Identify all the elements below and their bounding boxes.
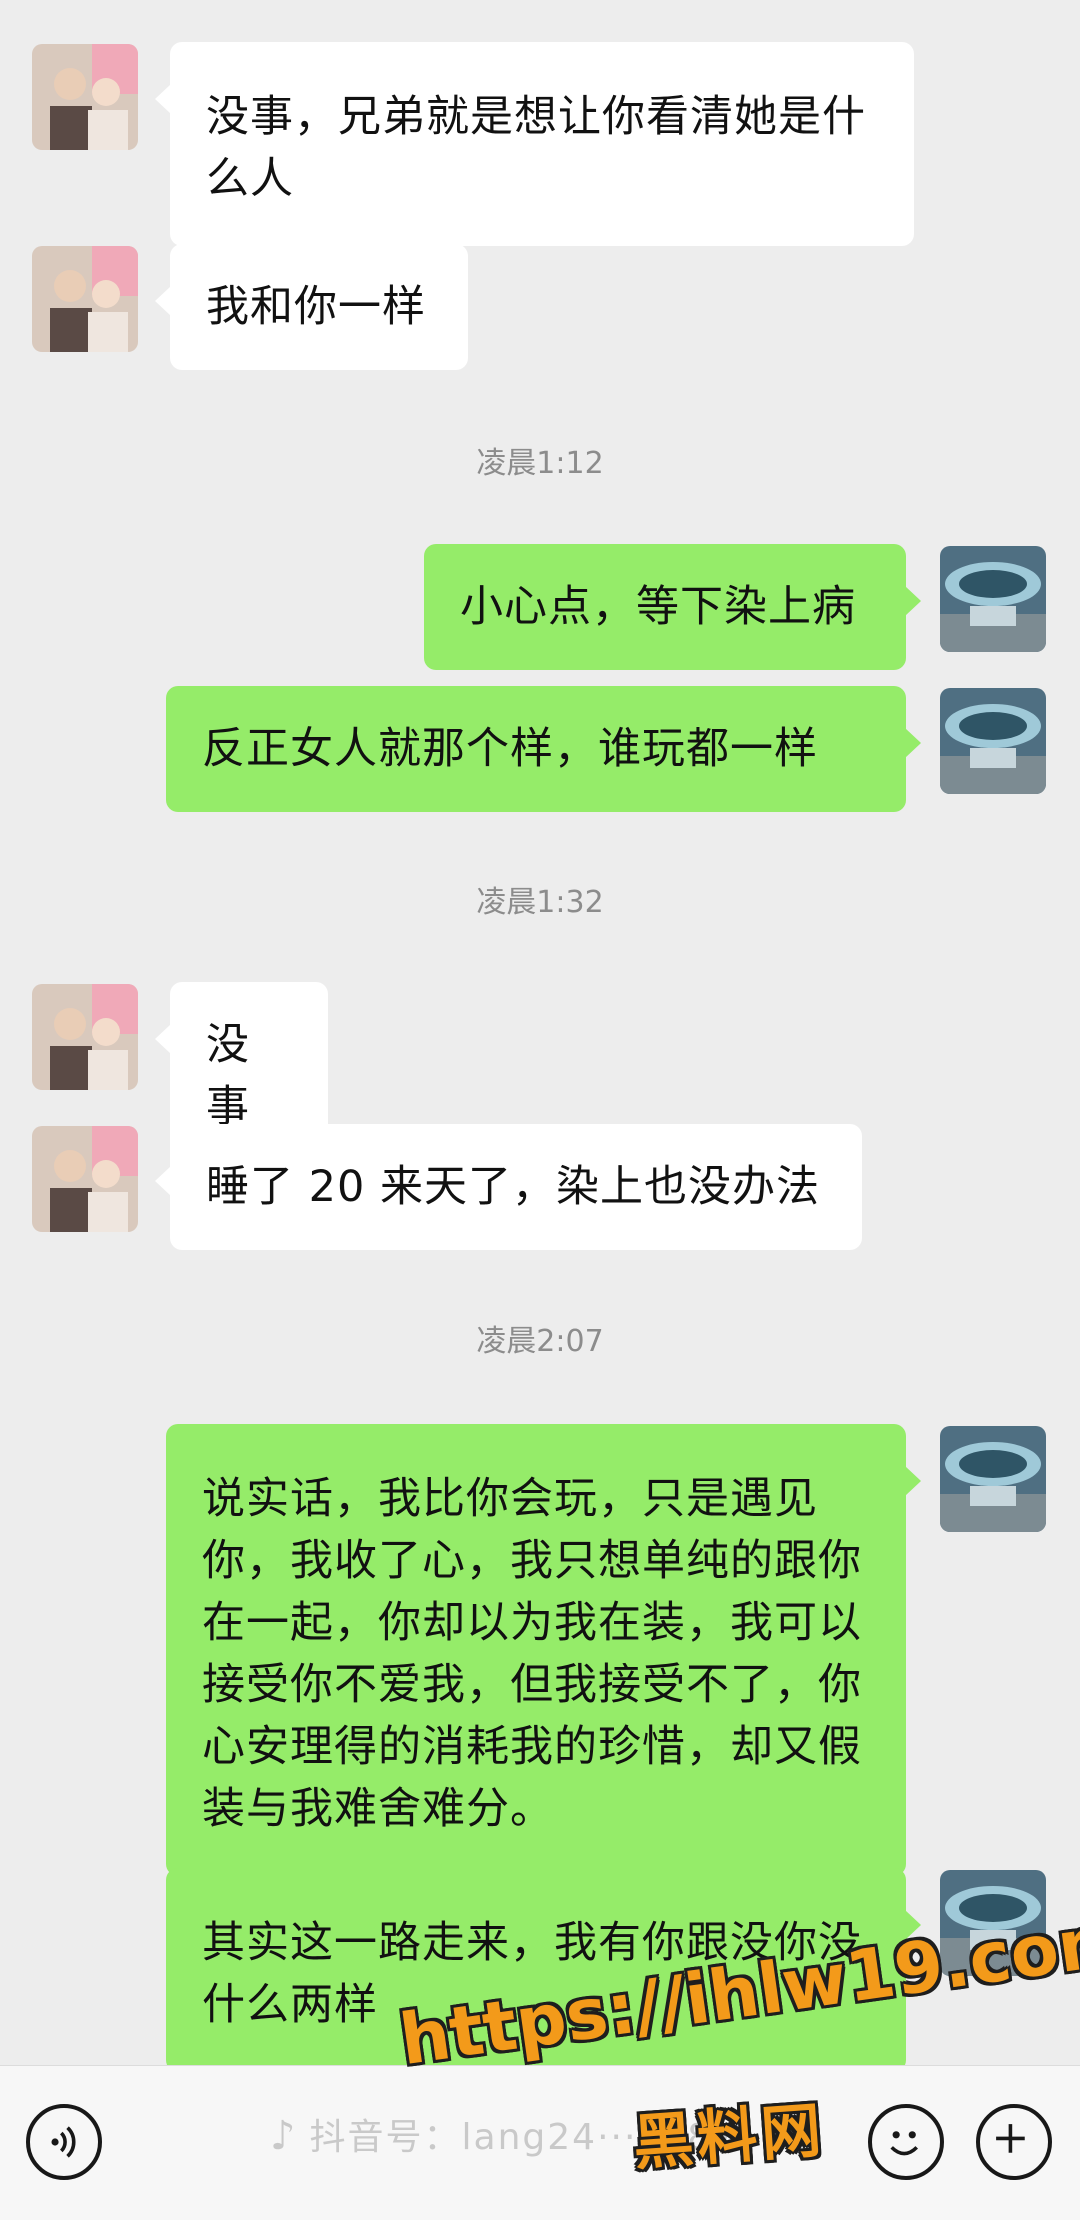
message-bubble-incoming[interactable]: 睡了 20 来天了，染上也没办法 (155, 1124, 862, 1250)
message-text: 反正女人就那个样，谁玩都一样 (202, 724, 818, 774)
message-bubble-outgoing[interactable]: 反正女人就那个样，谁玩都一样 (166, 686, 921, 812)
plus-icon[interactable] (976, 2104, 1052, 2180)
emoji-icon[interactable] (868, 2104, 944, 2180)
voice-icon[interactable] (26, 2104, 102, 2180)
message-text: 没事，兄弟就是想让你看清她是什么人 (206, 92, 866, 204)
user-avatar[interactable] (940, 1426, 1046, 1532)
message-text: 小心点，等下染上病 (460, 582, 856, 632)
user-avatar[interactable] (940, 546, 1046, 652)
message-bubble-incoming[interactable]: 我和你一样 (155, 244, 468, 370)
contact-avatar[interactable] (32, 1126, 138, 1232)
timestamp: 凌晨2:07 (476, 1324, 604, 1359)
message-text: 睡了 20 来天了，染上也没办法 (206, 1162, 821, 1212)
message-bubble-incoming[interactable]: 没事，兄弟就是想让你看清她是什么人 (155, 42, 914, 246)
contact-avatar[interactable] (32, 44, 138, 150)
timestamp: 凌晨1:12 (476, 446, 604, 481)
message-text: 说实话，我比你会玩，只是遇见你，我收了心，我只想单纯的跟你在一起，你却以为我在装… (202, 1474, 862, 1834)
message-text: 我和你一样 (206, 282, 426, 332)
chat-area[interactable]: 没事，兄弟就是想让你看清她是什么人 我和你一样 凌晨1:12 小心点，等下染上病… (0, 0, 1080, 2072)
message-text: 没事 (206, 1020, 250, 1132)
message-bubble-outgoing[interactable]: 小心点，等下染上病 (424, 544, 921, 670)
message-bubble-outgoing[interactable]: 说实话，我比你会玩，只是遇见你，我收了心，我只想单纯的跟你在一起，你却以为我在装… (166, 1424, 921, 1876)
watermark-name: 黑料网 (630, 2095, 828, 2179)
contact-avatar[interactable] (32, 246, 138, 352)
douyin-logo-icon: ♪ (270, 2113, 298, 2159)
user-avatar[interactable] (940, 688, 1046, 794)
timestamp: 凌晨1:32 (476, 885, 604, 920)
contact-avatar[interactable] (32, 984, 138, 1090)
